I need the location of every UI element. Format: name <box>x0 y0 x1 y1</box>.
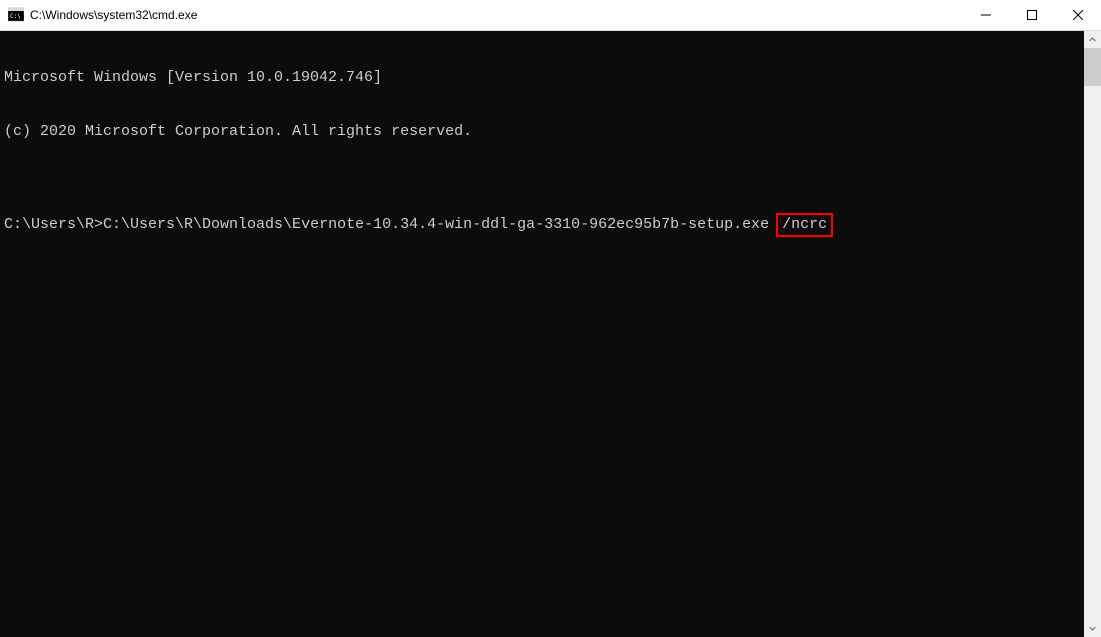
scroll-thumb[interactable] <box>1084 48 1101 86</box>
scroll-up-button[interactable] <box>1084 31 1101 48</box>
close-icon <box>1073 10 1083 20</box>
maximize-button[interactable] <box>1009 0 1055 30</box>
svg-text:C:\: C:\ <box>10 13 21 20</box>
prompt-prefix: C:\Users\R> <box>4 216 103 233</box>
terminal-output[interactable]: Microsoft Windows [Version 10.0.19042.74… <box>0 31 1084 637</box>
vertical-scrollbar[interactable] <box>1084 31 1101 637</box>
titlebar[interactable]: C:\ C:\Windows\system32\cmd.exe <box>0 0 1101 31</box>
content-area: Microsoft Windows [Version 10.0.19042.74… <box>0 31 1101 637</box>
minimize-button[interactable] <box>963 0 1009 30</box>
terminal-line-version: Microsoft Windows [Version 10.0.19042.74… <box>4 69 1084 87</box>
maximize-icon <box>1027 10 1037 20</box>
scroll-down-button[interactable] <box>1084 620 1101 637</box>
window-frame: C:\ C:\Windows\system32\cmd.exe <box>0 0 1101 637</box>
highlighted-flag: /ncrc <box>776 213 833 237</box>
chevron-down-icon <box>1089 625 1096 632</box>
chevron-up-icon <box>1089 36 1096 43</box>
cmd-icon: C:\ <box>8 7 24 23</box>
minimize-icon <box>981 10 991 20</box>
close-button[interactable] <box>1055 0 1101 30</box>
command-path: C:\Users\R\Downloads\Evernote-10.34.4-wi… <box>103 216 778 233</box>
window-title: C:\Windows\system32\cmd.exe <box>30 8 963 22</box>
terminal-line-command: C:\Users\R>C:\Users\R\Downloads\Evernote… <box>4 213 1084 237</box>
window-controls <box>963 0 1101 30</box>
terminal-line-copyright: (c) 2020 Microsoft Corporation. All righ… <box>4 123 1084 141</box>
scroll-track[interactable] <box>1084 48 1101 620</box>
